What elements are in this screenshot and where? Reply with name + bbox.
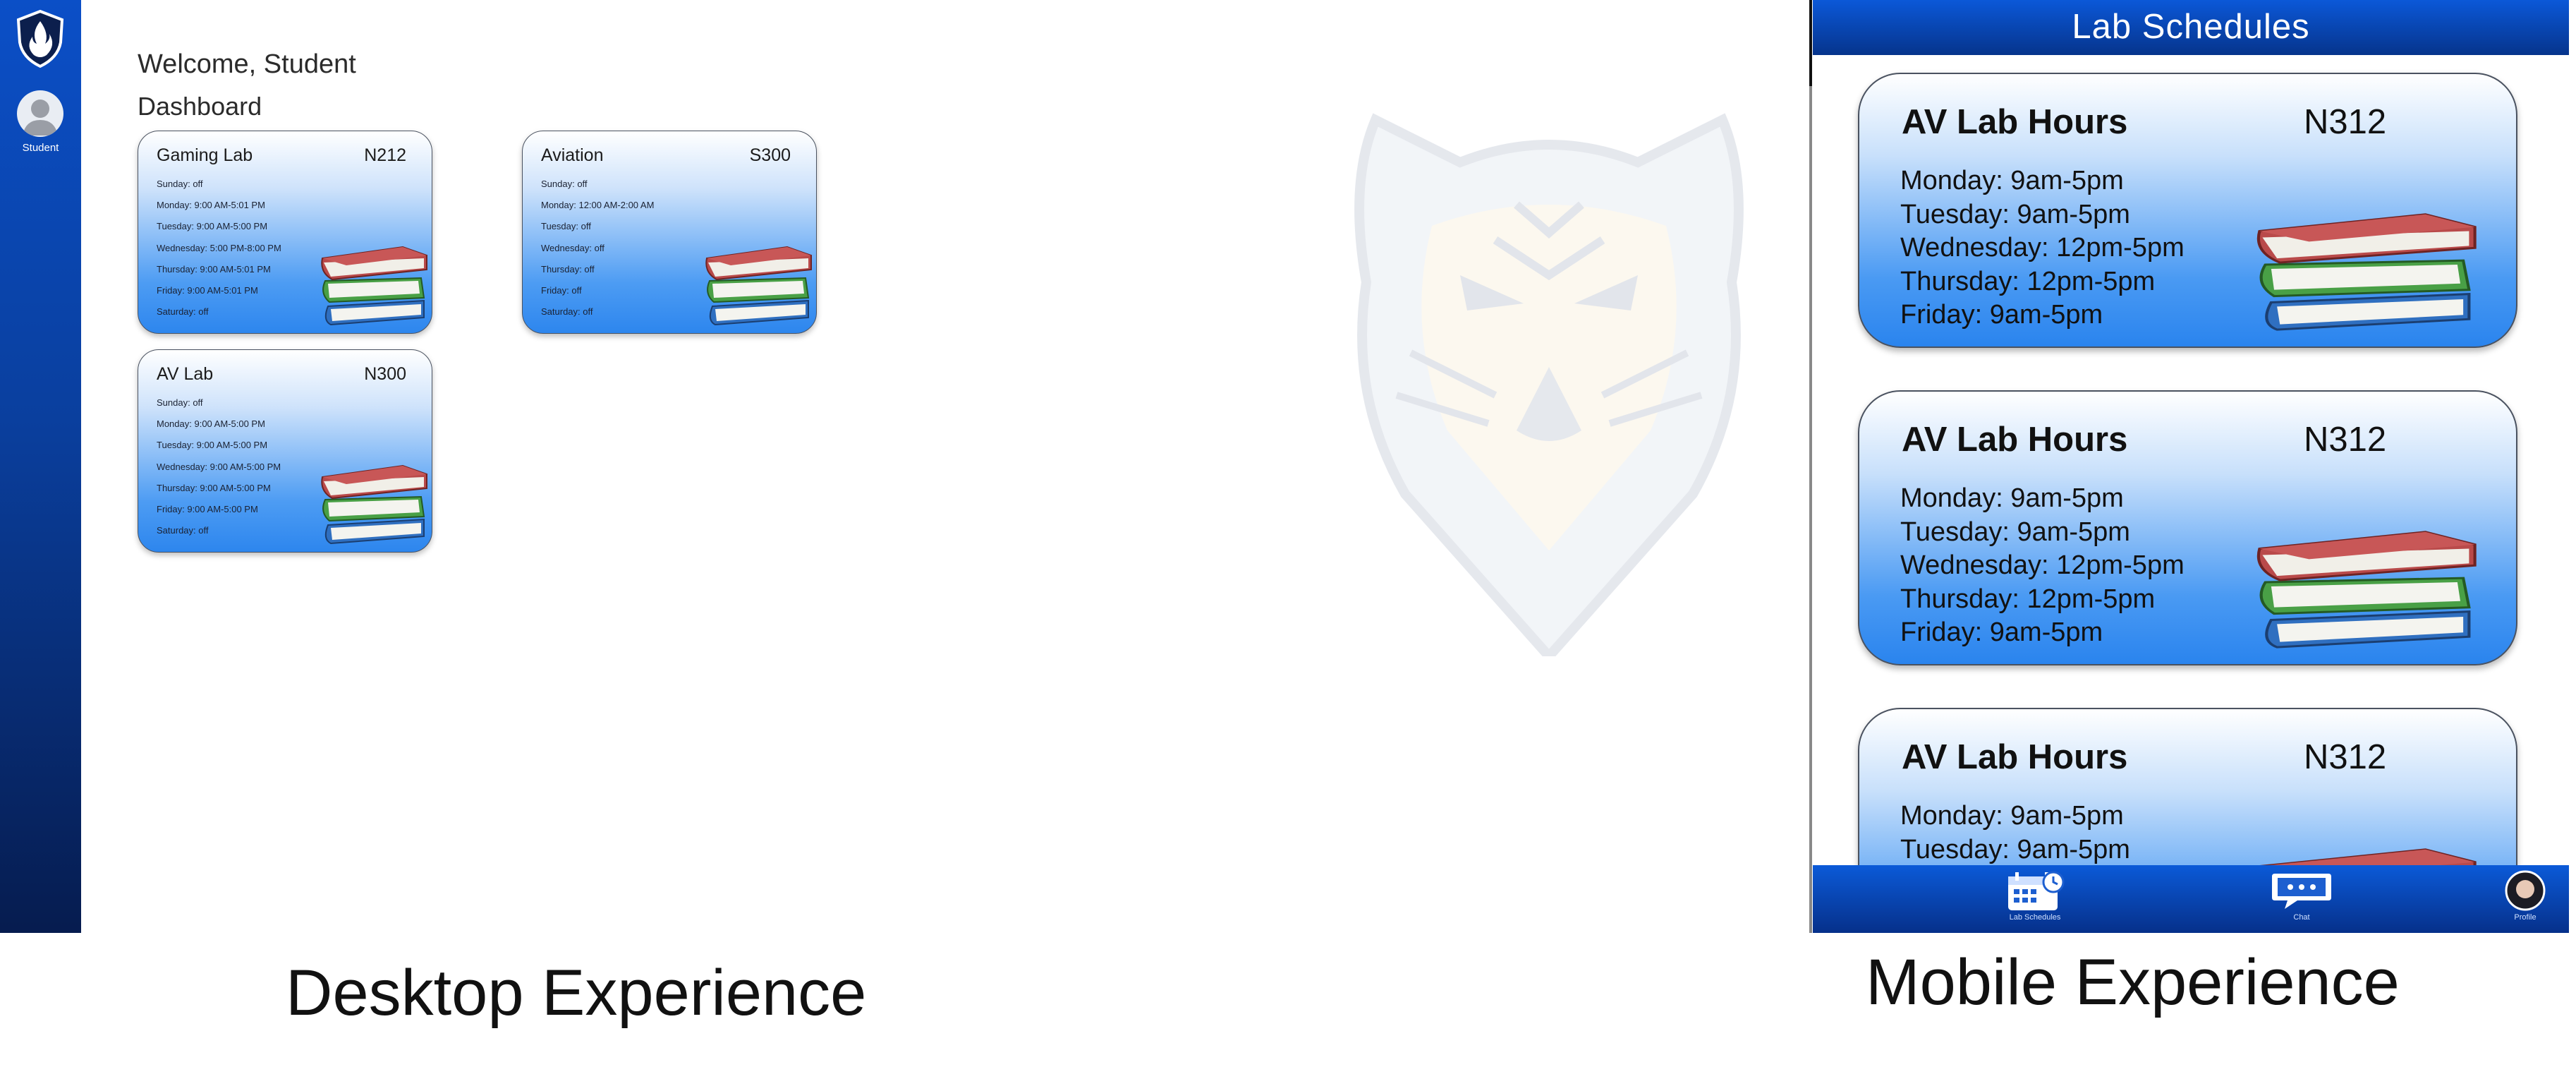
mobile-schedule-list[interactable]: AV Lab Hours N312 Monday: 9am-5pm Tuesday… bbox=[1813, 55, 2569, 865]
lab-hours-item: Friday: 9am-5pm bbox=[1900, 300, 2103, 330]
lab-hours-item: Tuesday: 9am-5pm bbox=[1900, 517, 2130, 547]
lab-hours-item: Thursday: off bbox=[541, 263, 595, 275]
lab-hours-item: Tuesday: 9:00 AM-5:00 PM bbox=[157, 221, 268, 232]
mobile-page-title: Lab Schedules bbox=[2072, 8, 2310, 46]
mobile-tab-bar: Lab Schedules Chat Profile bbox=[1813, 865, 2569, 933]
lab-hours-list: Sunday: off Monday: 9:00 AM-5:01 PM Tuesda… bbox=[157, 174, 281, 322]
lab-hours-list: Monday: 9am-5pm Tuesday: 9am-5pm Wednesday… bbox=[1900, 482, 2185, 650]
lab-hours-item: Tuesday: off bbox=[541, 221, 591, 232]
tab-label: Lab Schedules bbox=[2009, 913, 2061, 922]
lab-hours-card[interactable]: AV Lab Hours N312 Monday: 9am-5pm Tuesday… bbox=[1858, 708, 2517, 865]
page-title: Dashboard bbox=[138, 92, 262, 121]
lab-hours-item: Friday: off bbox=[541, 285, 582, 296]
books-icon bbox=[318, 237, 431, 327]
lab-hours-item: Monday: 9am-5pm bbox=[1900, 483, 2124, 513]
lab-room: N300 bbox=[364, 364, 406, 384]
lab-hours-list: Monday: 9am-5pm Tuesday: 9am-5pm bbox=[1900, 800, 2130, 865]
user-avatar-icon[interactable] bbox=[17, 90, 63, 137]
lab-hours-list: Sunday: off Monday: 12:00 AM-2:00 AM Tuesd… bbox=[541, 174, 654, 322]
lab-hours-item: Tuesday: 9am-5pm bbox=[1900, 834, 2130, 864]
tab-label: Profile bbox=[2514, 913, 2536, 922]
phone-frame-edge bbox=[1809, 0, 1812, 86]
lab-hours-item: Tuesday: 9:00 AM-5:00 PM bbox=[157, 440, 268, 451]
lab-name: AV Lab Hours bbox=[1902, 103, 2128, 141]
lab-hours-card[interactable]: AV Lab Hours N312 Monday: 9am-5pm Tuesday… bbox=[1858, 390, 2517, 665]
calendar-clock-icon bbox=[2008, 871, 2065, 910]
avatar-label: Student bbox=[22, 142, 59, 154]
lab-hours-item: Wednesday: off bbox=[541, 242, 604, 253]
lab-name: AV Lab Hours bbox=[1902, 738, 2128, 776]
lab-card[interactable]: AV Lab N300 Sunday: off Monday: 9:00 AM-5… bbox=[138, 349, 432, 553]
lab-hours-item: Tuesday: 9am-5pm bbox=[1900, 199, 2130, 229]
lab-hours-item: Saturday: off bbox=[157, 306, 209, 318]
lab-hours-item: Sunday: off bbox=[157, 397, 203, 408]
lab-card[interactable]: Gaming Lab N212 Sunday: off Monday: 9:00 … bbox=[138, 131, 432, 334]
welcome-heading: Welcome, Student bbox=[138, 49, 356, 79]
lab-hours-item: Friday: 9:00 AM-5:01 PM bbox=[157, 285, 258, 296]
lab-hours-item: Wednesday: 12pm-5pm bbox=[1900, 233, 2185, 263]
lab-hours-item: Saturday: off bbox=[157, 525, 209, 536]
lab-hours-item: Monday: 9am-5pm bbox=[1900, 166, 2124, 195]
tab-label: Chat bbox=[2293, 913, 2310, 922]
lab-hours-item: Wednesday: 5:00 PM-8:00 PM bbox=[157, 242, 281, 253]
books-icon bbox=[2251, 835, 2484, 865]
lab-name: Gaming Lab bbox=[157, 145, 253, 165]
lab-room: N212 bbox=[364, 145, 406, 165]
lab-hours-item: Thursday: 12pm-5pm bbox=[1900, 266, 2156, 296]
mobile-caption: Mobile Experience bbox=[1866, 946, 2400, 1018]
lab-hours-item: Thursday: 9:00 AM-5:01 PM bbox=[157, 263, 271, 275]
tab-profile[interactable]: Profile bbox=[2483, 869, 2568, 933]
flame-shield-logo[interactable] bbox=[16, 10, 65, 68]
lab-hours-item: Wednesday: 12pm-5pm bbox=[1900, 550, 2185, 580]
sidebar: Student bbox=[0, 0, 81, 933]
lab-hours-item: Monday: 9am-5pm bbox=[1900, 801, 2124, 831]
books-icon bbox=[318, 456, 431, 546]
books-icon bbox=[2251, 517, 2484, 651]
tab-chat[interactable]: Chat bbox=[2259, 869, 2344, 933]
lab-room: N312 bbox=[2304, 421, 2387, 459]
books-icon bbox=[703, 237, 815, 327]
phone-frame-edge bbox=[1809, 86, 1812, 933]
lab-hours-list: Monday: 9am-5pm Tuesday: 9am-5pm Wednesday… bbox=[1900, 164, 2185, 332]
lab-hours-item: Thursday: 12pm-5pm bbox=[1900, 584, 2156, 614]
lab-hours-item: Thursday: 9:00 AM-5:00 PM bbox=[157, 482, 271, 493]
lab-room: N312 bbox=[2304, 103, 2387, 141]
desktop-caption: Desktop Experience bbox=[286, 957, 867, 1029]
lab-card[interactable]: Aviation S300 Sunday: off Monday: 12:00 A… bbox=[522, 131, 817, 334]
lab-hours-item: Saturday: off bbox=[541, 306, 593, 318]
lab-hours-item: Monday: 12:00 AM-2:00 AM bbox=[541, 200, 655, 211]
lab-hours-item: Wednesday: 9:00 AM-5:00 PM bbox=[157, 461, 281, 472]
tab-lab-schedules[interactable]: Lab Schedules bbox=[1993, 869, 2077, 933]
books-icon bbox=[2251, 200, 2484, 334]
lab-name: AV Lab bbox=[157, 364, 214, 384]
lab-name: AV Lab Hours bbox=[1902, 421, 2128, 459]
lab-room: N312 bbox=[2304, 738, 2387, 776]
lab-room: S300 bbox=[749, 145, 791, 165]
lab-hours-card[interactable]: AV Lab Hours N312 Monday: 9am-5pm Tuesday… bbox=[1858, 73, 2517, 348]
lab-hours-item: Sunday: off bbox=[541, 179, 588, 189]
lab-name: Aviation bbox=[541, 145, 604, 165]
mobile-header: Lab Schedules bbox=[1813, 0, 2569, 55]
lab-hours-item: Friday: 9:00 AM-5:00 PM bbox=[157, 504, 258, 515]
lab-hours-item: Monday: 9:00 AM-5:01 PM bbox=[157, 200, 265, 211]
lab-hours-item: Friday: 9am-5pm bbox=[1900, 617, 2103, 647]
lab-hours-item: Sunday: off bbox=[157, 179, 203, 189]
lab-hours-item: Monday: 9:00 AM-5:00 PM bbox=[157, 418, 265, 430]
chat-bubble-icon bbox=[2272, 874, 2331, 909]
desktop-experience: Student Welcome, Student Dashboard Gamin… bbox=[0, 0, 1809, 933]
profile-avatar-icon bbox=[2505, 870, 2546, 911]
lab-hours-list: Sunday: off Monday: 9:00 AM-5:00 PM Tuesda… bbox=[157, 392, 281, 541]
tiger-mascot-watermark bbox=[1354, 113, 1744, 656]
